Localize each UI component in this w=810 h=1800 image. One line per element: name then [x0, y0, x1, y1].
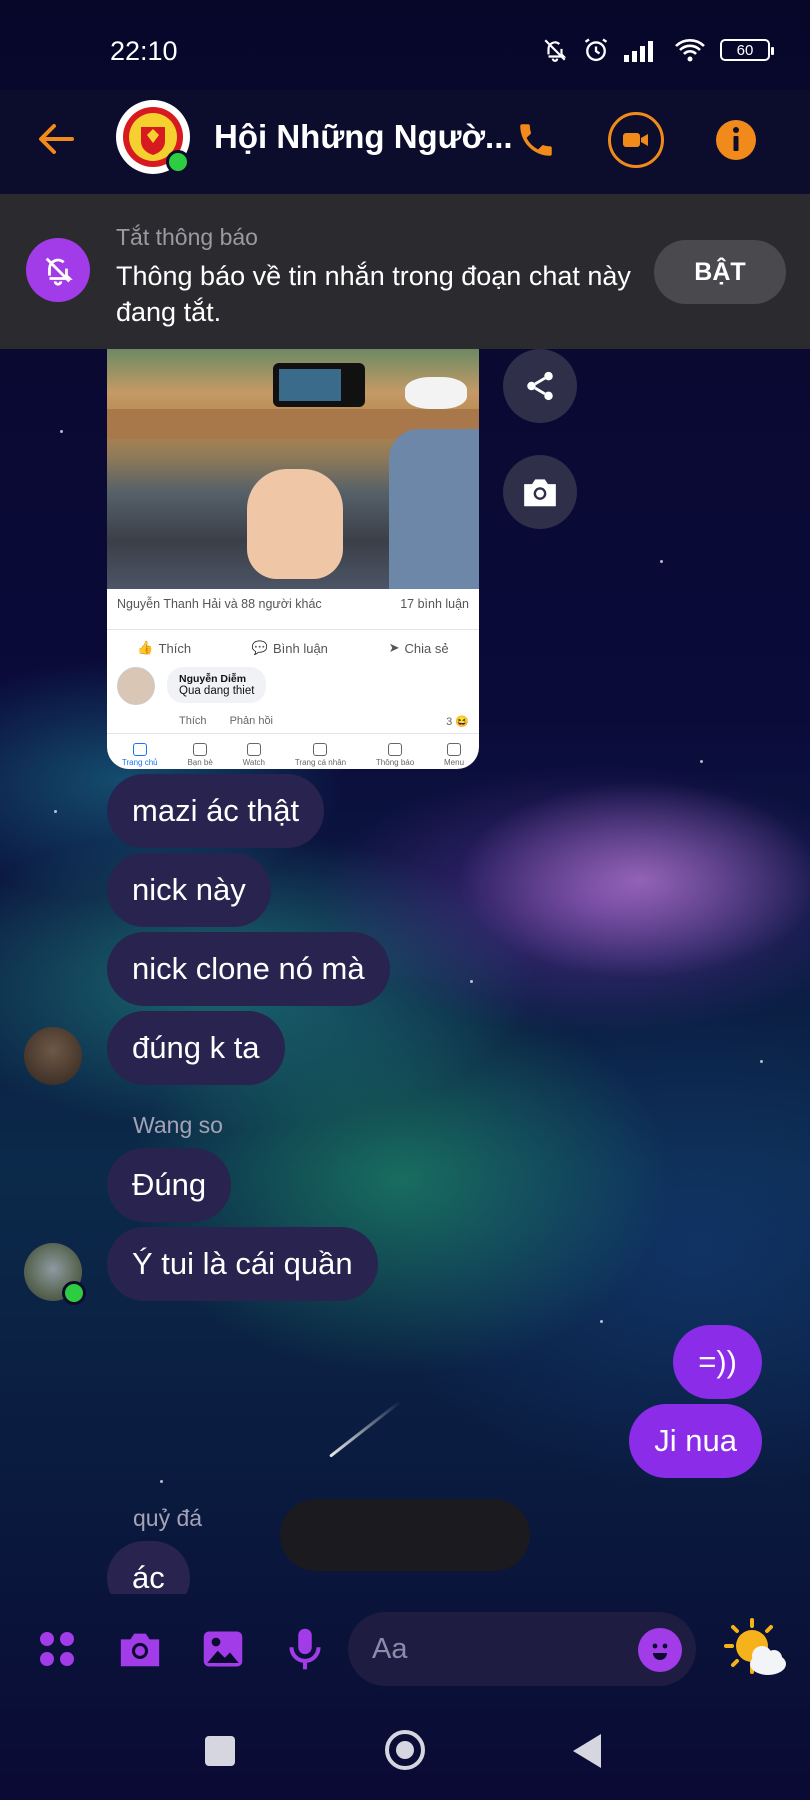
- enable-notifications-button[interactable]: BẬT: [654, 240, 786, 304]
- my-message-bubble[interactable]: =)): [673, 1325, 762, 1399]
- watch-icon: [246, 743, 261, 756]
- comment-author: Nguyễn Diễm: [179, 673, 247, 685]
- shared-screenshot-image[interactable]: Nguyễn Thanh Hải và 88 người khác 17 bìn…: [107, 349, 479, 769]
- post-reactions-text: Nguyễn Thanh Hải và 88 người khác: [117, 597, 322, 611]
- message-bubble[interactable]: ác: [107, 1541, 190, 1594]
- comment-avatar: [117, 667, 155, 705]
- camera-icon[interactable]: [503, 455, 577, 529]
- signal-icon: [624, 41, 653, 62]
- camera-icon[interactable]: [113, 1622, 167, 1676]
- group-avatar[interactable]: [116, 100, 190, 174]
- redacted-overlay: [280, 1499, 530, 1571]
- comment-reply-link: Phản hồi: [229, 715, 274, 727]
- sender-name: quỷ đá: [133, 1505, 203, 1531]
- post-like-action: 👍 Thích: [137, 640, 192, 656]
- message-composer: [0, 1594, 810, 1706]
- comment-reaction-count: 3 😆: [446, 716, 469, 728]
- emoji-icon[interactable]: [638, 1628, 682, 1672]
- video-call-icon[interactable]: [608, 112, 664, 168]
- post-comment-action: 💬 Bình luận: [251, 640, 328, 656]
- microphone-icon[interactable]: [278, 1622, 332, 1676]
- status-bar: 22:10 60: [0, 0, 810, 90]
- wifi-icon: [675, 39, 705, 62]
- sender-name: Wang so: [133, 1112, 223, 1138]
- online-status-dot: [166, 150, 190, 174]
- chat-header: Hội Những Ngườ...: [0, 90, 810, 194]
- friends-icon: [193, 743, 208, 756]
- post-comment: Nguyễn Diễm Qua dang thiet Thích Phản hồ…: [117, 667, 469, 737]
- nav-watch: Watch: [243, 734, 265, 769]
- bell-icon: [388, 743, 403, 756]
- message-bubble[interactable]: nick này: [107, 853, 271, 927]
- mute-banner-title: Tắt thông báo: [116, 224, 258, 250]
- nav-home: Trang chủ: [122, 734, 158, 769]
- gallery-icon[interactable]: [196, 1622, 250, 1676]
- comment-text: Qua dang thiet: [179, 685, 255, 697]
- nav-notifications: Thông báo: [376, 734, 414, 769]
- bell-off-icon: [544, 39, 567, 62]
- message-bubble[interactable]: nick clone nó mà: [107, 932, 390, 1006]
- sender-avatar[interactable]: [24, 1027, 82, 1085]
- message-list[interactable]: Nguyễn Thanh Hải và 88 người khác 17 bìn…: [0, 349, 810, 1594]
- bell-off-icon: [26, 238, 90, 302]
- home-button[interactable]: [385, 1730, 425, 1770]
- info-icon[interactable]: [708, 112, 764, 168]
- apps-grid-icon[interactable]: [30, 1622, 84, 1676]
- post-comment-count: 17 bình luận: [400, 597, 469, 611]
- online-status-dot: [62, 1281, 86, 1305]
- nav-menu: Menu: [444, 734, 464, 769]
- message-bubble[interactable]: Ý tui là cái quần: [107, 1227, 378, 1301]
- thumb-up-icon: 👍: [137, 640, 154, 655]
- message-bubble[interactable]: Đúng: [107, 1148, 232, 1222]
- recents-button[interactable]: [205, 1736, 235, 1766]
- back-arrow-icon[interactable]: [32, 114, 82, 164]
- mute-banner-text: Thông báo về tin nhắn trong đoạn chat nà…: [116, 261, 631, 327]
- status-time: 22:10: [110, 36, 178, 66]
- alarm-icon: [584, 38, 608, 62]
- sun-cloud-icon[interactable]: [722, 1616, 790, 1684]
- back-button[interactable]: [573, 1734, 601, 1768]
- comment-like-link: Thích: [179, 715, 207, 727]
- facebook-bottom-nav: Trang chủ Bạn bè Watch Trang cá nhân Thô…: [107, 733, 479, 769]
- menu-icon: [447, 743, 461, 756]
- share-icon[interactable]: [503, 349, 577, 423]
- share-arrow-icon: ➤: [388, 640, 400, 655]
- message-bubble[interactable]: mazi ác thật: [107, 774, 325, 848]
- system-navigation-bar: [0, 1706, 810, 1800]
- sender-avatar[interactable]: [24, 1243, 86, 1305]
- nav-profile: Trang cá nhân: [295, 734, 346, 769]
- post-photo: [107, 349, 479, 589]
- profile-icon: [313, 743, 328, 756]
- message-bubble[interactable]: đúng k ta: [107, 1011, 285, 1085]
- mute-notification-banner: Tắt thông báo Thông báo về tin nhắn tron…: [0, 194, 810, 349]
- nav-friends: Bạn bè: [187, 734, 213, 769]
- post-actions: 👍 Thích 💬 Bình luận ➤ Chia sẻ: [107, 629, 479, 656]
- home-icon: [132, 743, 147, 756]
- phone-icon[interactable]: [508, 112, 564, 168]
- group-name[interactable]: Hội Những Ngườ...: [214, 118, 513, 156]
- my-message-bubble[interactable]: Ji nua: [629, 1404, 762, 1478]
- battery-icon: 60: [720, 39, 774, 61]
- post-share-action: ➤ Chia sẻ: [388, 640, 449, 656]
- comment-icon: 💬: [251, 640, 268, 655]
